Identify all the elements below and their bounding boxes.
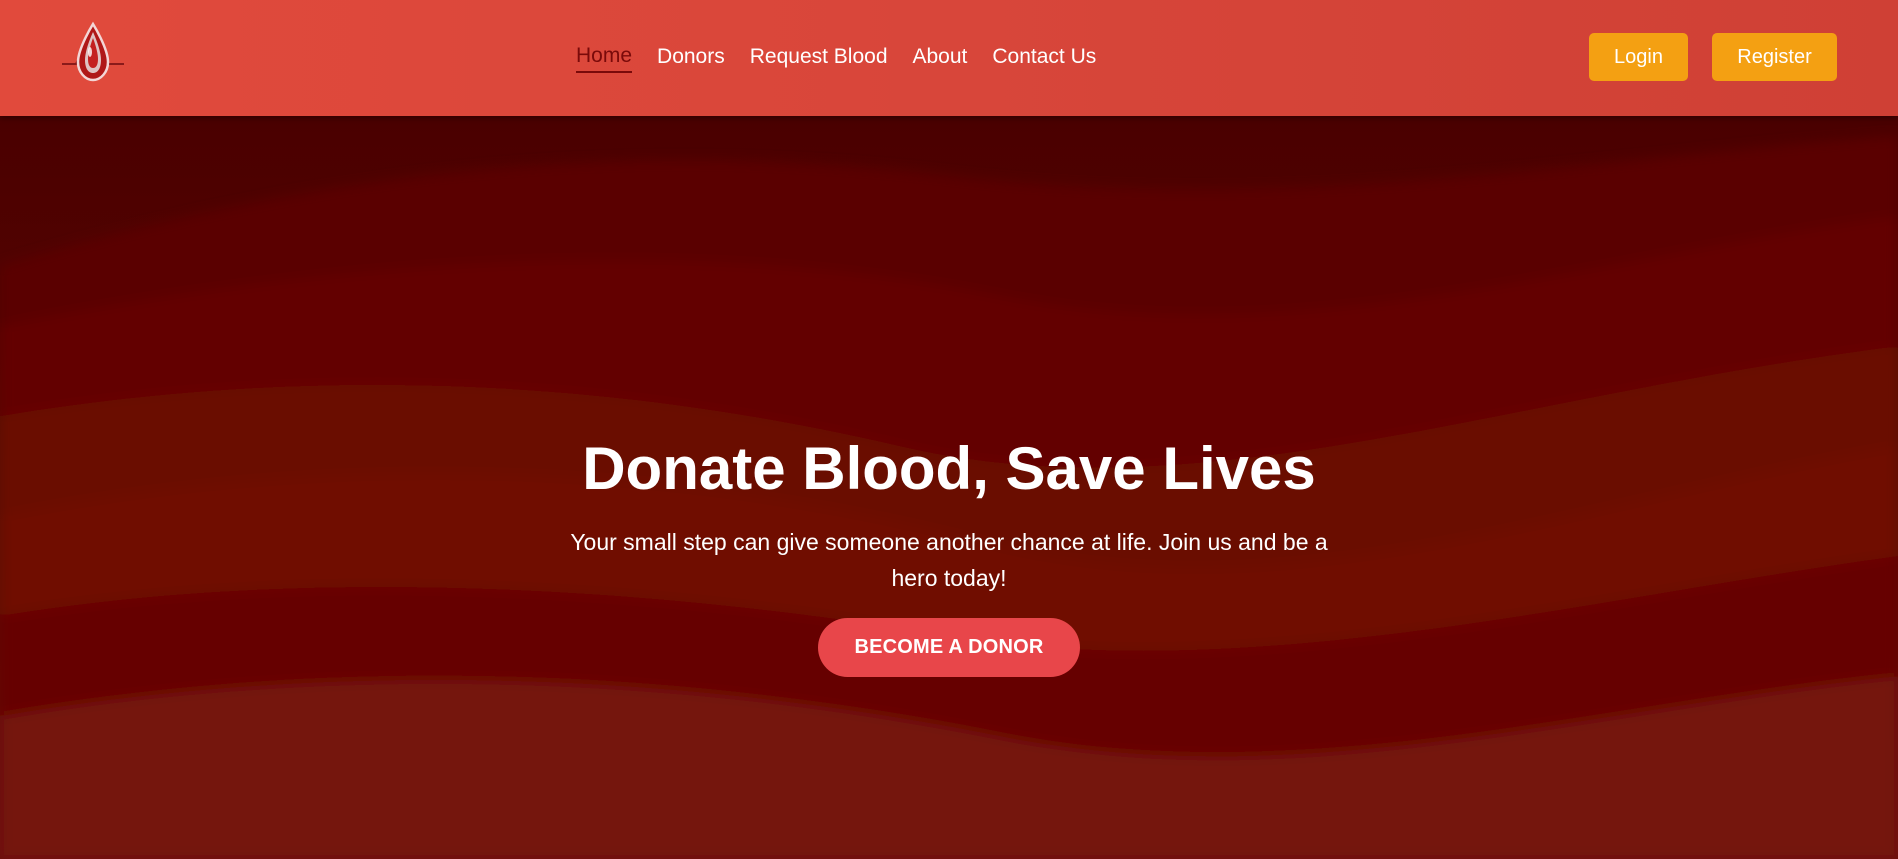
nav-about[interactable]: About: [913, 40, 968, 74]
become-donor-button[interactable]: BECOME A DONOR: [818, 618, 1080, 677]
logo-blood-drop-icon[interactable]: [60, 18, 126, 90]
site-header: Home Donors Request Blood About Contact …: [0, 0, 1898, 116]
hero-title: Donate Blood, Save Lives: [582, 435, 1316, 502]
hero-content: Donate Blood, Save Lives Your small step…: [560, 434, 1338, 677]
nav-donors[interactable]: Donors: [657, 40, 725, 74]
nav-home[interactable]: Home: [576, 40, 633, 73]
nav-contact-us[interactable]: Contact Us: [992, 40, 1096, 74]
main-nav: Home Donors Request Blood About Contact …: [576, 40, 1096, 74]
hero-subtitle: Your small step can give someone another…: [570, 529, 1328, 591]
register-button[interactable]: Register: [1712, 33, 1837, 81]
hero-section: Donate Blood, Save Lives Your small step…: [0, 116, 1898, 859]
login-button[interactable]: Login: [1589, 33, 1688, 81]
nav-request-blood[interactable]: Request Blood: [750, 40, 888, 74]
